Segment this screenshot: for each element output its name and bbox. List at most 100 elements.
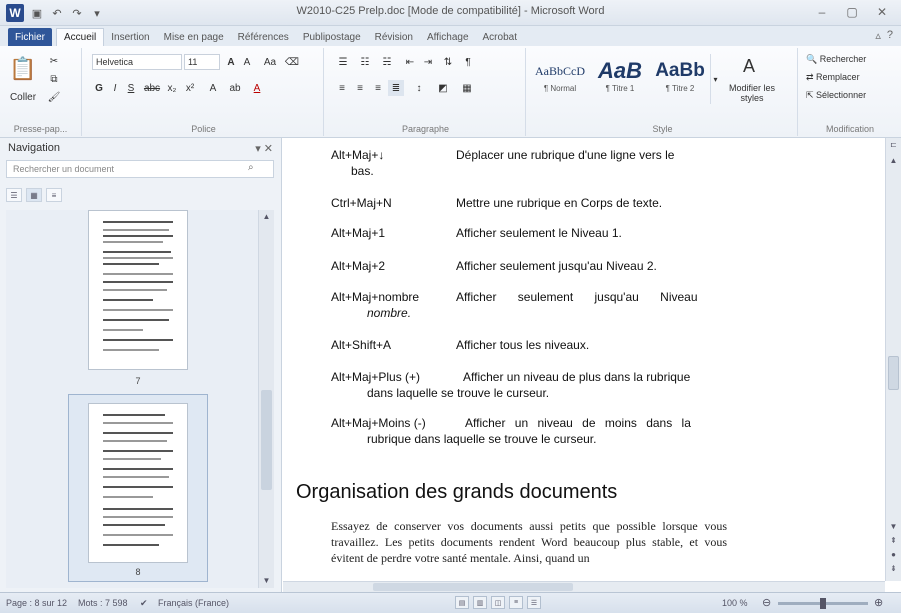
pages-view-icon[interactable]: ▦ xyxy=(26,188,42,202)
scroll-down-icon[interactable]: ▼ xyxy=(886,520,901,534)
tab-fichier[interactable]: Fichier xyxy=(8,28,53,46)
search-icon[interactable]: ⌕ xyxy=(248,162,254,173)
scroll-up-icon[interactable]: ▲ xyxy=(259,210,274,224)
align-right-icon[interactable]: ≡ xyxy=(370,80,386,96)
underline-icon[interactable]: S xyxy=(124,80,138,96)
page-count[interactable]: Page : 8 sur 12 xyxy=(6,598,67,608)
justify-icon[interactable]: ≣ xyxy=(388,80,404,96)
tab-revision[interactable]: Révision xyxy=(368,28,420,46)
zoom-out-icon[interactable]: ⊖ xyxy=(762,596,771,609)
page-thumbnail-7[interactable]: 7 xyxy=(68,210,208,398)
outline-view-icon[interactable]: ≡ xyxy=(509,596,523,609)
find-label: Rechercher xyxy=(819,54,867,64)
subscript-icon[interactable]: x₂ xyxy=(164,80,180,96)
font-size-select[interactable]: 11 xyxy=(184,54,220,70)
document-horizontal-scrollbar[interactable] xyxy=(283,581,885,592)
decrease-indent-icon[interactable]: ⇤ xyxy=(402,54,418,70)
help-icon[interactable]: ? xyxy=(887,29,893,42)
scroll-down-icon[interactable]: ▼ xyxy=(259,574,274,588)
next-page-icon[interactable]: ⇟ xyxy=(886,562,901,576)
tab-references[interactable]: Références xyxy=(231,28,296,46)
styles-more-icon[interactable]: ▾ xyxy=(710,54,720,104)
tab-accueil[interactable]: Accueil xyxy=(56,28,105,46)
ribbon-minimize-icon[interactable]: ▵ xyxy=(875,29,881,42)
style-titre-1[interactable]: AaB ¶ Titre 1 xyxy=(592,54,648,104)
results-view-icon[interactable]: ≡ xyxy=(46,188,62,202)
font-color-icon[interactable]: A xyxy=(248,80,266,96)
full-screen-reading-icon[interactable]: ▥ xyxy=(473,596,487,609)
tab-affichage[interactable]: Affichage xyxy=(420,28,476,46)
browse-object-icon[interactable]: ● xyxy=(886,548,901,562)
strikethrough-icon[interactable]: abc xyxy=(142,80,162,96)
increase-indent-icon[interactable]: ⇥ xyxy=(420,54,436,70)
change-styles-button[interactable]: Modifier les styles xyxy=(724,82,780,104)
tab-mise-en-page[interactable]: Mise en page xyxy=(157,28,231,46)
replace-icon: ⇄ xyxy=(806,71,817,82)
word-count[interactable]: Mots : 7 598 xyxy=(78,598,128,608)
multilevel-list-icon[interactable]: ☵ xyxy=(378,54,396,70)
document-scroll-thumb[interactable] xyxy=(888,356,899,390)
style-titre-2[interactable]: AaBb ¶ Titre 2 xyxy=(652,54,708,104)
tab-acrobat[interactable]: Acrobat xyxy=(476,28,524,46)
page-thumbnail-image xyxy=(88,403,188,563)
borders-icon[interactable]: ▦ xyxy=(458,80,476,96)
clear-format-icon[interactable]: ⌫ xyxy=(284,54,300,70)
language-indicator[interactable]: Français (France) xyxy=(158,598,229,608)
navigation-scrollbar[interactable]: ▲ ▼ xyxy=(258,210,274,588)
format-painter-icon[interactable]: 🖌 xyxy=(46,90,62,104)
document-vertical-scrollbar[interactable]: ⊏ ▲ ▼ ⇞ ● ⇟ xyxy=(885,138,901,581)
zoom-slider[interactable] xyxy=(778,598,868,609)
font-name-select[interactable]: Helvetica xyxy=(92,54,182,70)
numbering-icon[interactable]: ☷ xyxy=(356,54,374,70)
cut-icon[interactable]: ✂ xyxy=(46,54,62,68)
status-bar: Page : 8 sur 12 Mots : 7 598 ✔ Français … xyxy=(0,592,901,613)
tab-insertion[interactable]: Insertion xyxy=(104,28,156,46)
navigation-search-input[interactable]: Rechercher un document xyxy=(6,160,274,178)
style-normal[interactable]: AaBbCcD ¶ Normal xyxy=(532,54,588,104)
horizontal-scroll-thumb[interactable] xyxy=(373,583,573,591)
find-button[interactable]: 🔍 Rechercher xyxy=(806,52,896,66)
draft-view-icon[interactable]: ☰ xyxy=(527,596,541,609)
print-layout-icon[interactable]: ▤ xyxy=(455,596,469,609)
web-layout-icon[interactable]: ◫ xyxy=(491,596,505,609)
superscript-icon[interactable]: x² xyxy=(182,80,198,96)
copy-icon[interactable]: ⧉ xyxy=(46,72,62,86)
bold-icon[interactable]: G xyxy=(92,80,106,96)
text-effects-icon[interactable]: A xyxy=(204,80,222,96)
select-button[interactable]: ⇱ Sélectionner xyxy=(806,88,896,102)
zoom-slider-knob[interactable] xyxy=(820,598,826,609)
highlight-icon[interactable]: ab xyxy=(226,80,244,96)
close-icon[interactable]: ✕ xyxy=(869,3,895,21)
page-thumbnail-8[interactable]: 8 xyxy=(68,394,208,582)
navigation-scroll-thumb[interactable] xyxy=(261,390,272,490)
minimize-icon[interactable]: – xyxy=(809,3,835,21)
proofing-icon[interactable]: ✔ xyxy=(140,598,148,609)
document-page[interactable]: Alt+Maj+↓ Déplacer une rubrique d'une li… xyxy=(283,138,885,581)
align-left-icon[interactable]: ≡ xyxy=(334,80,350,96)
scroll-up-icon[interactable]: ▲ xyxy=(886,154,901,168)
paste-button[interactable]: Coller xyxy=(4,90,42,104)
zoom-in-icon[interactable]: ⊕ xyxy=(874,596,883,609)
headings-view-icon[interactable]: ☰ xyxy=(6,188,22,202)
paste-icon[interactable]: 📋 xyxy=(8,54,38,84)
replace-button[interactable]: ⇄ Remplacer xyxy=(806,70,896,84)
shrink-font-icon[interactable]: A xyxy=(240,54,254,70)
sort-icon[interactable]: ⇅ xyxy=(440,54,456,70)
change-case-icon[interactable]: Aa xyxy=(260,54,280,70)
maximize-icon[interactable]: ▢ xyxy=(839,3,865,21)
line-spacing-icon[interactable]: ↕ xyxy=(410,80,428,96)
tab-publipostage[interactable]: Publipostage xyxy=(296,28,368,46)
zoom-level[interactable]: 100 % xyxy=(722,598,748,608)
change-styles-icon[interactable]: A xyxy=(734,54,764,78)
navigation-options-icon[interactable]: ▾ xyxy=(255,143,261,155)
previous-page-icon[interactable]: ⇞ xyxy=(886,534,901,548)
grow-font-icon[interactable]: A xyxy=(224,54,238,70)
shading-icon[interactable]: ◩ xyxy=(434,80,452,96)
bullets-icon[interactable]: ☰ xyxy=(334,54,352,70)
show-marks-icon[interactable]: ¶ xyxy=(460,54,476,70)
ruler-toggle-icon[interactable]: ⊏ xyxy=(886,138,901,152)
shortcut-key: Ctrl+Maj+N xyxy=(331,196,392,210)
align-center-icon[interactable]: ≡ xyxy=(352,80,368,96)
italic-icon[interactable]: I xyxy=(108,80,122,96)
navigation-close-icon[interactable]: ✕ xyxy=(264,143,273,155)
